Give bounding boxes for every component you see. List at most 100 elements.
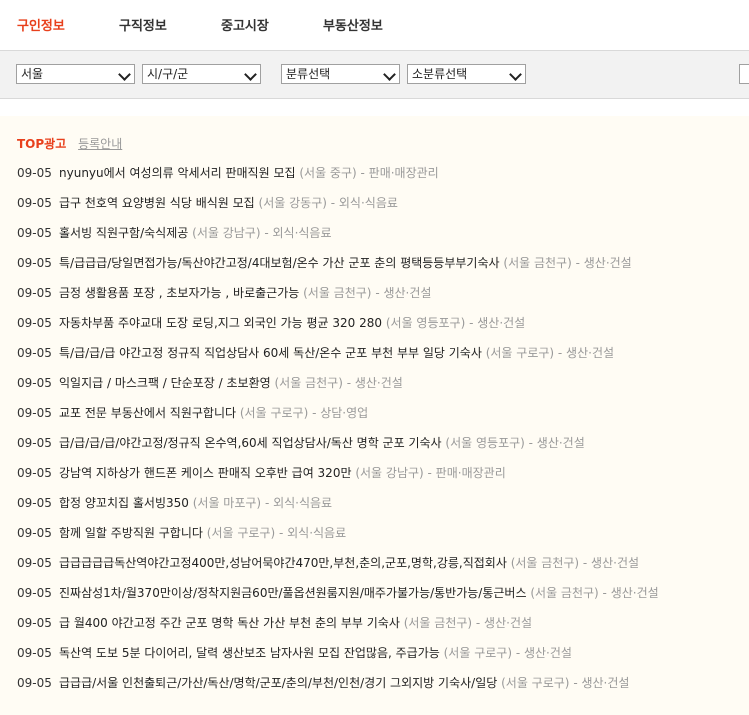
listing-category: - 외식·식음료: [261, 496, 333, 510]
listing-location: (서울 영등포구): [385, 316, 466, 330]
subcategory-select-value: 소분류선택: [412, 67, 468, 81]
listing-location: (서울 구로구): [239, 406, 309, 420]
list-item[interactable]: 09-05 급/급/급/급/야간고정/정규직 온수역,60세 직업상담사/독산 명…: [17, 435, 585, 451]
listing-location: (서울 영등포구): [445, 436, 525, 450]
list-item[interactable]: 09-05 급 월400 야간고정 주간 군포 명학 독산 가산 부천 춘의 부부…: [17, 615, 532, 631]
list-item[interactable]: 09-05 급구 천호역 요양병원 식당 배식원 모집 (서울 강동구) - 외식…: [17, 195, 398, 211]
list-item[interactable]: 09-05 익일지급 / 마스크팩 / 단순포장 / 초보환영 (서울 금천구) …: [17, 375, 403, 391]
register-info-link[interactable]: 등록안내: [78, 137, 122, 151]
listing-category: - 외식·식음료: [260, 226, 332, 240]
listing-title[interactable]: 교포 전문 부동산에서 직원구합니다: [59, 406, 236, 420]
listing-title[interactable]: 특/급/급/급 야간고정 정규직 직업상담사 60세 독산/온수 군포 부천 부…: [59, 346, 482, 360]
filter-bar: 서울 시/구/군 분류선택 소분류선택: [0, 51, 749, 99]
listing-date: 09-05: [17, 436, 52, 450]
listing-location: (서울 금천구): [274, 376, 343, 390]
listing-title[interactable]: 익일지급 / 마스크팩 / 단순포장 / 초보환영: [59, 376, 271, 390]
listing-location: (서울 강남구): [192, 226, 261, 240]
chevron-down-icon: [118, 68, 131, 81]
listing-title[interactable]: 급구 천호역 요양병원 식당 배식원 모집: [59, 196, 255, 210]
list-item[interactable]: 09-05 진짜삼성1차/월370만이상/정착지원금60만/풀옵션원룸지원/매주가…: [17, 585, 659, 601]
list-item[interactable]: 09-05 강남역 지하상가 핸드폰 케이스 판매직 오후반 급여 320만 (서…: [17, 465, 506, 481]
listing-title[interactable]: 진짜삼성1차/월370만이상/정착지원금60만/풀옵션원룸지원/매주가불가능/통…: [59, 586, 527, 600]
listing-category: - 생산·건설: [579, 556, 640, 570]
listing-category: - 상담·영업: [308, 406, 369, 420]
listing-panel: TOP광고 등록안내 09-05 nyunyu에서 여성의류 악세서리 판매직원 …: [0, 116, 749, 715]
listing-title[interactable]: 급/급/급/급/야간고정/정규직 온수역,60세 직업상담사/독산 명학 군포 …: [59, 436, 442, 450]
listing-category: - 생산·건설: [371, 286, 432, 300]
listing-date: 09-05: [17, 286, 52, 300]
listing-date: 09-05: [17, 226, 52, 240]
listing-date: 09-05: [17, 496, 52, 510]
listing-category: - 외식·식음료: [326, 196, 398, 210]
listing-date: 09-05: [17, 616, 52, 630]
list-item[interactable]: 09-05 독산역 도보 5분 다이어리, 달력 생산보조 남자사원 모집 잔업많…: [17, 645, 572, 661]
listing-category: - 생산·건설: [472, 616, 533, 630]
listing-title[interactable]: 합정 양꼬치집 홀서빙350: [59, 496, 189, 510]
list-item[interactable]: 09-05 금정 생활용품 포장 , 초보자가능 , 바로출근가능 (서울 금천구…: [17, 285, 431, 301]
listing-category: - 외식·식음료: [275, 526, 347, 540]
list-item[interactable]: 09-05 교포 전문 부동산에서 직원구합니다 (서울 구로구) - 상담·영업: [17, 405, 368, 421]
listing-date: 09-05: [17, 256, 52, 270]
listing-location: (서울 금천구): [403, 616, 473, 630]
district-select-value: 시/구/군: [147, 67, 189, 81]
listing-location: (서울 금천구): [510, 556, 580, 570]
chevron-down-icon: [509, 68, 522, 81]
listing-date: 09-05: [17, 376, 52, 390]
list-item[interactable]: 09-05 합정 양꼬치집 홀서빙350 (서울 마포구) - 외식·식음료: [17, 495, 332, 511]
list-item[interactable]: 09-05 급급급/서울 인천출퇴근/가산/독산/명학/군포/춘의/부천/인천/경…: [17, 675, 629, 691]
listing-category: - 판매·매장관리: [423, 466, 506, 480]
listing-location: (서울 구로구): [206, 526, 276, 540]
listing-date: 09-05: [17, 316, 52, 330]
listing-location: (서울 구로구): [485, 346, 555, 360]
chevron-down-icon: [244, 68, 257, 81]
list-item[interactable]: 09-05 nyunyu에서 여성의류 악세서리 판매직원 모집 (서울 중구) …: [17, 165, 439, 181]
search-input-partial[interactable]: [739, 64, 749, 84]
listing-category: - 생산·건설: [569, 676, 630, 690]
listing-title[interactable]: 급 월400 야간고정 주간 군포 명학 독산 가산 부천 춘의 부부 기숙사: [59, 616, 400, 630]
tab-job-seekers[interactable]: 구직정보: [119, 15, 167, 34]
section-header: TOP광고 등록안내: [17, 135, 122, 152]
listing-title[interactable]: nyunyu에서 여성의류 악세서리 판매직원 모집: [59, 166, 296, 180]
listing-title[interactable]: 강남역 지하상가 핸드폰 케이스 판매직 오후반 급여 320만: [59, 466, 352, 480]
list-item[interactable]: 09-05 특/급급급/당일면접가능/독산야간고정/4대보험/온수 가산 군포 춘…: [17, 255, 632, 271]
listing-date: 09-05: [17, 646, 52, 660]
listing-category: - 생산·건설: [512, 646, 572, 660]
listing-date: 09-05: [17, 166, 52, 180]
listing-location: (서울 강동구): [258, 196, 327, 210]
listing-location: (서울 중구): [299, 166, 357, 180]
list-item[interactable]: 09-05 함께 일할 주방직원 구합니다 (서울 구로구) - 외식·식음료: [17, 525, 346, 541]
listing-category: - 생산·건설: [598, 586, 659, 600]
listing-title[interactable]: 금정 생활용품 포장 , 초보자가능 , 바로출근가능: [59, 286, 299, 300]
district-select[interactable]: 시/구/군: [142, 64, 261, 84]
tab-used-market[interactable]: 중고시장: [221, 15, 269, 34]
tab-real-estate[interactable]: 부동산정보: [323, 15, 383, 34]
listing-date: 09-05: [17, 406, 52, 420]
listing-title[interactable]: 급급급/서울 인천출퇴근/가산/독산/명학/군포/춘의/부천/인천/경기 그외지…: [59, 676, 497, 690]
listing-date: 09-05: [17, 556, 52, 570]
chevron-down-icon: [383, 68, 396, 81]
list-item[interactable]: 09-05 급급급급급독산역야간고정400만,성남어묵야간470만,부천,춘의,군…: [17, 555, 639, 571]
list-item[interactable]: 09-05 특/급/급/급 야간고정 정규직 직업상담사 60세 독산/온수 군포…: [17, 345, 614, 361]
listing-category: - 판매·매장관리: [356, 166, 439, 180]
listing-title[interactable]: 급급급급급독산역야간고정400만,성남어묵야간470만,부천,춘의,군포,명학,…: [59, 556, 507, 570]
region-select-value: 서울: [21, 67, 44, 81]
category-select-value: 분류선택: [286, 67, 331, 81]
listing-title[interactable]: 자동차부품 주야교대 도장 로딩,지그 외국인 가능 평균 320 280: [59, 316, 382, 330]
listing-date: 09-05: [17, 526, 52, 540]
listing-category: - 생산·건설: [524, 436, 585, 450]
listing-location: (서울 마포구): [192, 496, 262, 510]
subcategory-select[interactable]: 소분류선택: [407, 64, 526, 84]
listing-title[interactable]: 특/급급급/당일면접가능/독산야간고정/4대보험/온수 가산 군포 춘의 평택등…: [59, 256, 500, 270]
category-select[interactable]: 분류선택: [281, 64, 400, 84]
list-item[interactable]: 09-05 홀서빙 직원구함/숙식제공 (서울 강남구) - 외식·식음료: [17, 225, 332, 241]
listing-category: - 생산·건설: [465, 316, 526, 330]
list-item[interactable]: 09-05 자동차부품 주야교대 도장 로딩,지그 외국인 가능 평균 320 2…: [17, 315, 525, 331]
listing-title[interactable]: 함께 일할 주방직원 구합니다: [59, 526, 203, 540]
listing-title[interactable]: 독산역 도보 5분 다이어리, 달력 생산보조 남자사원 모집 잔업많음, 주급…: [59, 646, 440, 660]
listing-date: 09-05: [17, 676, 52, 690]
listing-title[interactable]: 홀서빙 직원구함/숙식제공: [59, 226, 188, 240]
listing-date: 09-05: [17, 346, 52, 360]
region-select[interactable]: 서울: [16, 64, 135, 84]
tab-job-offers[interactable]: 구인정보: [17, 15, 65, 34]
listing-category: - 생산·건설: [571, 256, 632, 270]
